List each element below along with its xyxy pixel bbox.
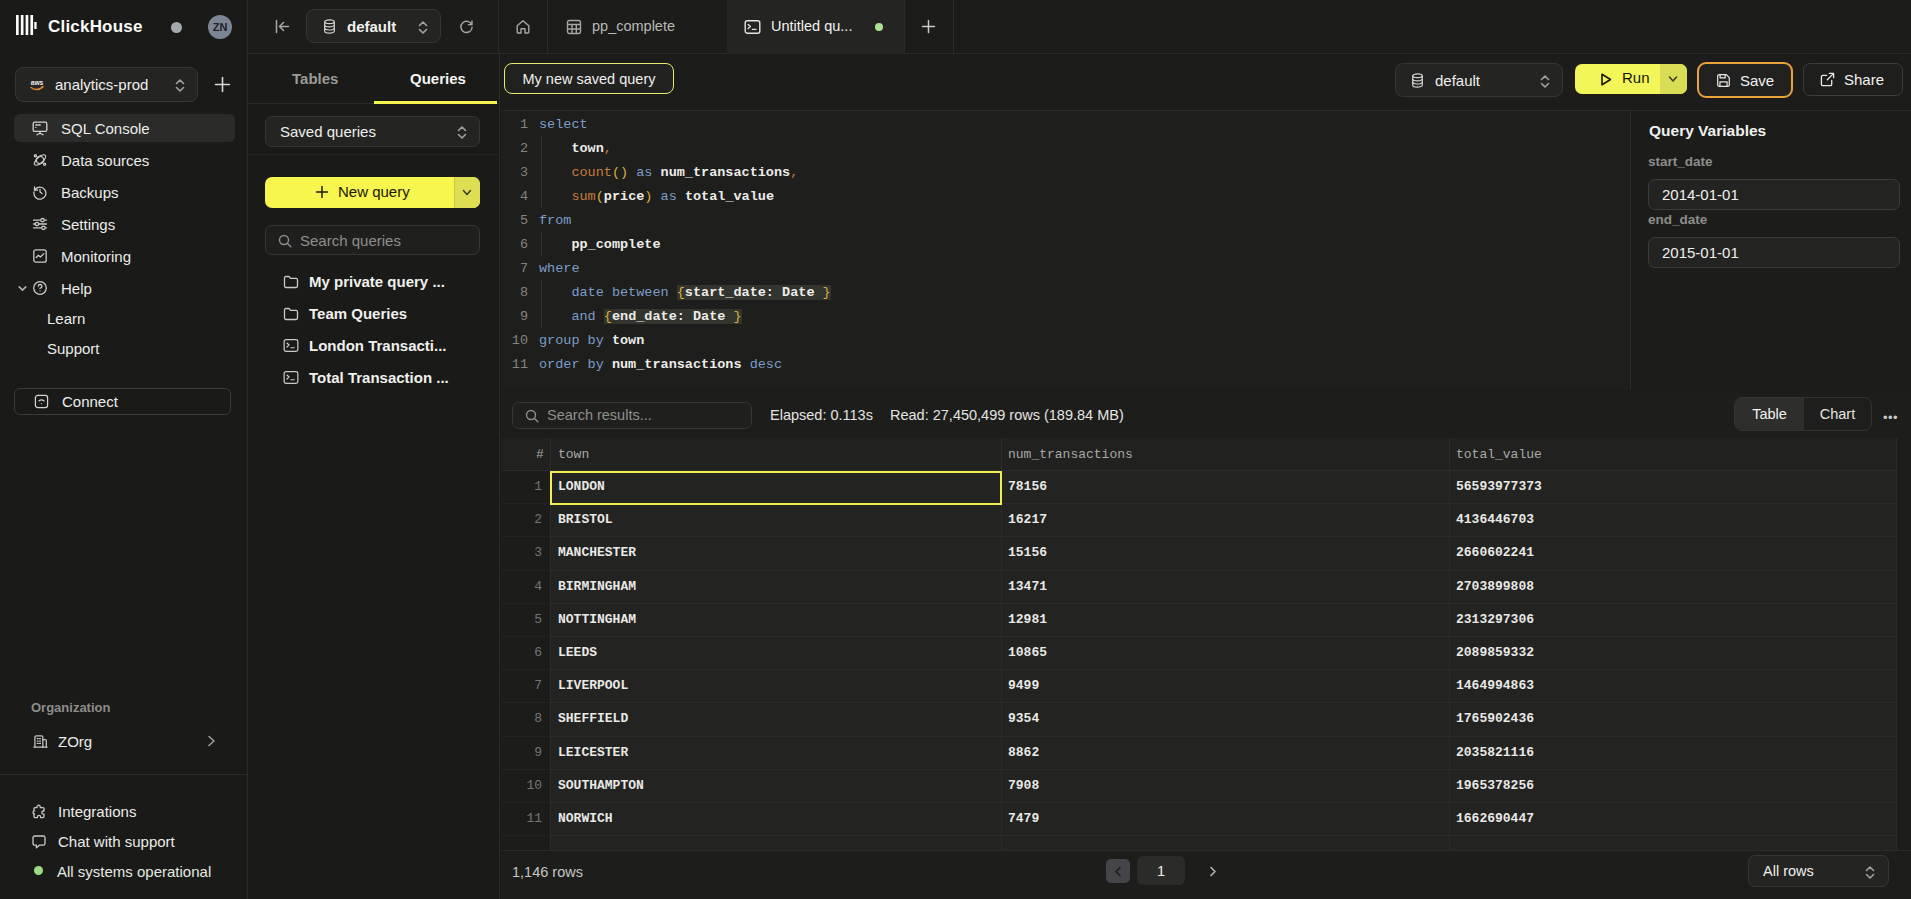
svg-text:aws: aws (31, 80, 44, 87)
